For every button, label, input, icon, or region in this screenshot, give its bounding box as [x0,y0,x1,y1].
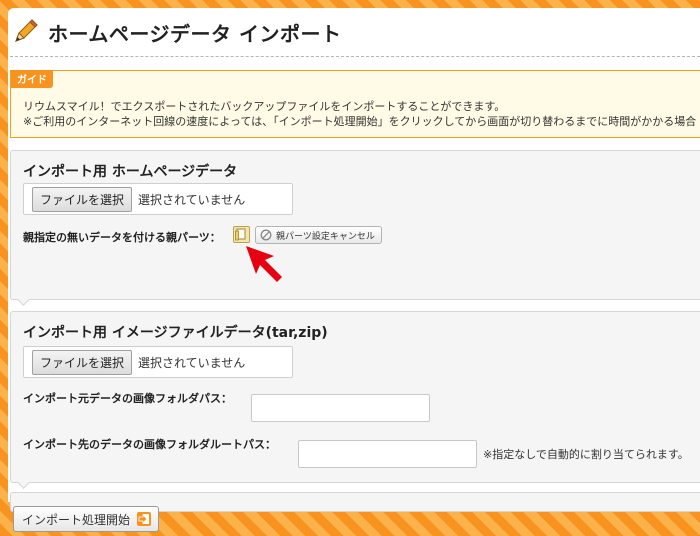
homepage-file-input[interactable]: ファイルを選択 選択されていません [23,183,293,215]
pencil-icon [15,19,38,42]
guide-line-2: ※ご利用のインターネット回線の速度によっては、「インポート処理開始」をクリックし… [23,115,700,128]
source-path-label: インポート元データの画像フォルダパス： [23,392,232,405]
guide-tag: ガイド [11,70,53,88]
import-start-button[interactable]: インポート処理開始 [13,506,160,532]
image-data-section: インポート用 イメージファイルデータ(tar,zip) ファイルを選択 選択され… [10,311,700,483]
image-file-input[interactable]: ファイルを選択 選択されていません [23,346,293,378]
page-header: ホームページデータ インポート [10,14,692,50]
guide-line-1: リウムスマイル！でエクスポートされたバックアップファイルをインポートすることがで… [23,100,506,113]
dest-path-hint: ※指定なしで自動的に割り当てられます。 [483,448,689,461]
homepage-file-status: 選択されていません [138,192,246,207]
image-file-status: 選択されていません [138,355,246,370]
image-section-title: インポート用 イメージファイルデータ(tar,zip) [23,325,328,341]
source-path-input[interactable] [251,394,430,422]
homepage-section-title: インポート用 ホームページデータ [23,164,238,180]
import-arrow-icon [137,512,152,526]
title-divider [10,56,700,57]
dest-path-input[interactable] [298,440,477,468]
red-arrow-pointer [246,246,282,282]
import-start-label: インポート処理開始 [22,512,131,527]
homepage-choose-file-button[interactable]: ファイルを選択 [32,186,133,212]
dest-path-label: インポート先のデータの画像フォルダルートパス： [23,438,276,451]
image-choose-file-button[interactable]: ファイルを選択 [32,349,133,375]
guide-text: リウムスマイル！でエクスポートされたバックアップファイルをインポートすることがで… [23,99,700,129]
guide-box: ガイド リウムスマイル！でエクスポートされたバックアップファイルをインポートする… [10,70,700,138]
homepage-data-section: インポート用 ホームページデータ ファイルを選択 選択されていません 親指定の無… [10,150,700,300]
parent-parts-label: 親指定の無いデータを付ける親パーツ： [23,231,221,244]
page-title: ホームページデータ インポート [48,21,342,46]
cancel-button-label: 親パーツ設定キャンセル [276,231,375,242]
